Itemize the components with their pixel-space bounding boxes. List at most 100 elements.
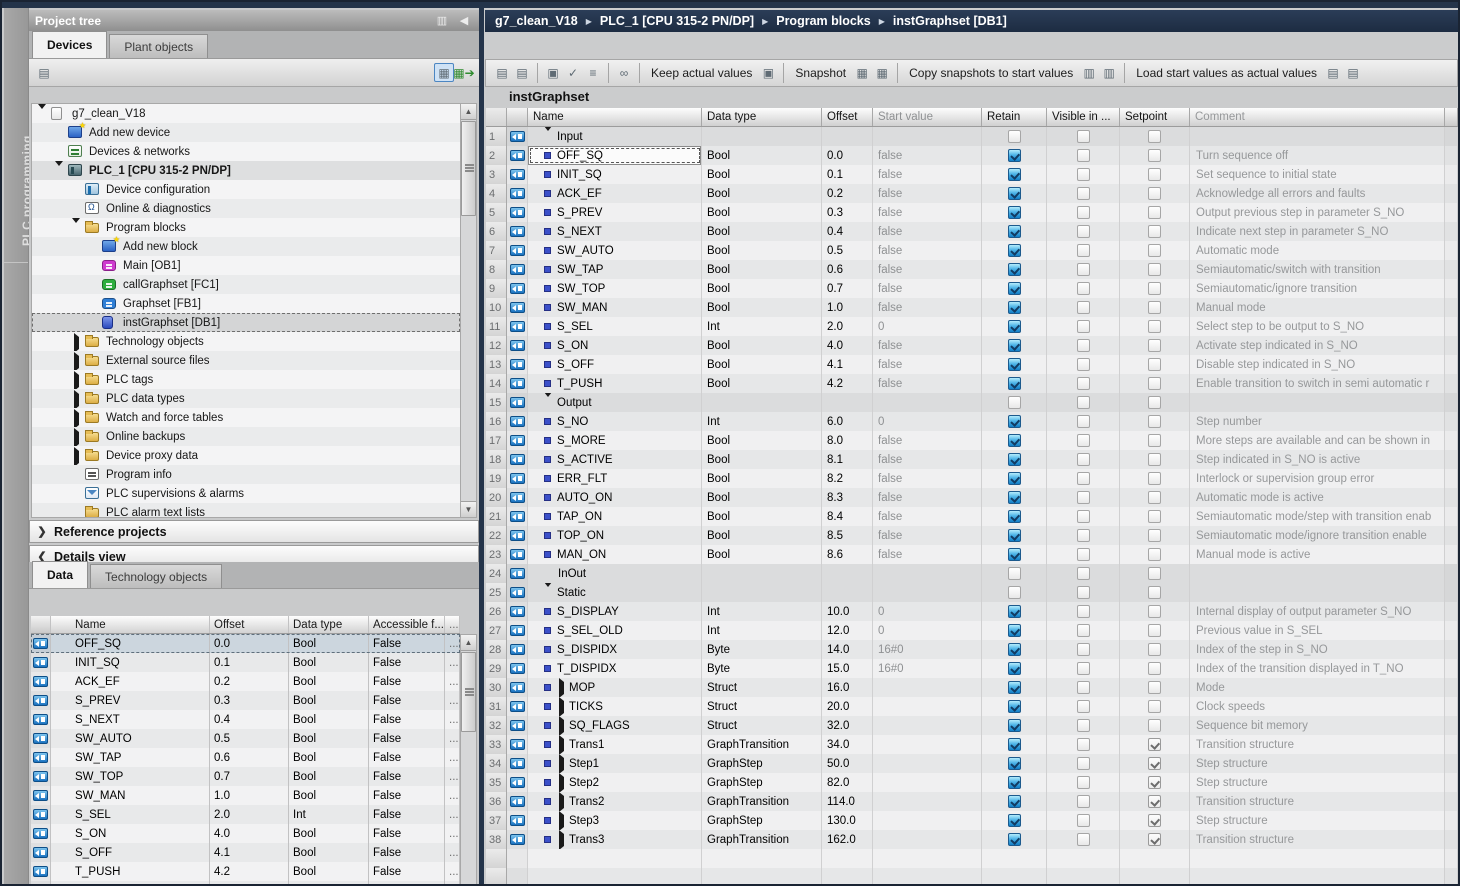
details-row[interactable]: SW_MAN1.0BoolFalse...	[31, 786, 460, 805]
db-cell-datatype[interactable]: Bool	[702, 222, 822, 241]
db-row[interactable]: 28S_DISPIDXByte14.016#0Index of the step…	[486, 640, 1458, 659]
db-cell-name[interactable]: S_DISPLAY	[528, 602, 702, 621]
db-row[interactable]: 7SW_AUTOBool0.5falseAutomatic mode	[486, 241, 1458, 260]
retain-checkbox[interactable]	[1008, 795, 1021, 808]
db-cell-datatype[interactable]	[702, 127, 822, 146]
db-row[interactable]: 26S_DISPLAYInt10.00Internal display of o…	[486, 602, 1458, 621]
db-cell-comment[interactable]: Semiautomatic mode/step with transition …	[1190, 507, 1445, 526]
db-cell-startvalue[interactable]: false	[873, 488, 982, 507]
db-cell-comment[interactable]: Step indicated in S_NO is active	[1190, 450, 1445, 469]
db-cell-name[interactable]: SW_AUTO	[528, 241, 702, 260]
db-cell-datatype[interactable]: Bool	[702, 146, 822, 165]
visible-checkbox[interactable]	[1077, 662, 1090, 675]
visible-checkbox[interactable]	[1077, 472, 1090, 485]
breadcrumb-segment[interactable]: g7_clean_V18	[495, 14, 578, 28]
db-cell-comment[interactable]: More steps are available and can be show…	[1190, 431, 1445, 450]
visible-checkbox[interactable]	[1077, 434, 1090, 447]
db-cell-comment[interactable]: Manual mode	[1190, 298, 1445, 317]
retain-checkbox[interactable]	[1008, 833, 1021, 846]
tree-item[interactable]: Main [OB1]	[32, 256, 460, 275]
tree-item[interactable]: Device configuration	[32, 180, 460, 199]
details-row[interactable]: ACK_EF0.2BoolFalse...	[31, 672, 460, 691]
db-cell-startvalue[interactable]: false	[873, 526, 982, 545]
db-row[interactable]: 14T_PUSHBool4.2falseEnable transition to…	[486, 374, 1458, 393]
visible-checkbox[interactable]	[1077, 339, 1090, 352]
retain-checkbox[interactable]	[1008, 719, 1021, 732]
expander-right-icon[interactable]	[72, 394, 81, 403]
db-row[interactable]: 33Trans1GraphTransition34.0Transition st…	[486, 735, 1458, 754]
db-cell-datatype[interactable]: Bool	[702, 203, 822, 222]
expand-right-icon[interactable]: ❯	[30, 525, 54, 538]
toolbar-button-label[interactable]: Snapshot	[795, 66, 846, 80]
project-tree-scrollbar[interactable]: ▲ ▼	[460, 103, 477, 518]
retain-checkbox[interactable]	[1008, 320, 1021, 333]
visible-checkbox[interactable]	[1077, 605, 1090, 618]
details-row[interactable]: S_NEXT0.4BoolFalse...	[31, 710, 460, 729]
setpoint-checkbox[interactable]	[1148, 396, 1161, 409]
open-editor-icon[interactable]: ▦➔	[454, 63, 474, 82]
section-expander-icon[interactable]	[544, 397, 552, 409]
setpoint-checkbox[interactable]	[1148, 263, 1161, 276]
tree-item[interactable]: instGraphset [DB1]	[32, 313, 460, 332]
scrollbar-thumb[interactable]	[461, 652, 476, 732]
retain-checkbox[interactable]	[1008, 624, 1021, 637]
db-row[interactable]: 38Trans3GraphTransition162.0Transition s…	[486, 830, 1458, 849]
db-row[interactable]: 18S_ACTIVEBool8.1falseStep indicated in …	[486, 450, 1458, 469]
db-cell-datatype[interactable]	[702, 564, 822, 583]
db-cell-startvalue[interactable]: false	[873, 203, 982, 222]
db-cell-startvalue[interactable]: false	[873, 450, 982, 469]
db-cell-comment[interactable]: Select step to be output to S_NO	[1190, 317, 1445, 336]
visible-checkbox[interactable]	[1077, 244, 1090, 257]
setpoint-checkbox[interactable]	[1148, 757, 1161, 770]
tree-item[interactable]: Device proxy data	[32, 446, 460, 465]
retain-checkbox[interactable]	[1008, 396, 1021, 409]
setpoint-checkbox[interactable]	[1148, 662, 1161, 675]
db-cell-name[interactable]: TICKS	[528, 697, 702, 716]
db-row[interactable]: 20AUTO_ONBool8.3falseAutomatic mode is a…	[486, 488, 1458, 507]
retain-checkbox[interactable]	[1008, 491, 1021, 504]
db-cell-comment[interactable]: Step structure	[1190, 754, 1445, 773]
setpoint-checkbox[interactable]	[1148, 168, 1161, 181]
db-cell-startvalue[interactable]: 0	[873, 317, 982, 336]
toolbar-button-label[interactable]: Keep actual values	[651, 66, 752, 80]
db-cell-comment[interactable]: Step structure	[1190, 773, 1445, 792]
db-cell-datatype[interactable]: Byte	[702, 659, 822, 678]
retain-checkbox[interactable]	[1008, 244, 1021, 257]
db-cell-name[interactable]: S_PREV	[528, 203, 702, 222]
db-column-header[interactable]: Retain	[982, 108, 1047, 126]
db-cell-datatype[interactable]: Bool	[702, 165, 822, 184]
db-cell-comment[interactable]: Output previous step in parameter S_NO	[1190, 203, 1445, 222]
setpoint-checkbox[interactable]	[1148, 624, 1161, 637]
db-cell-comment[interactable]: Automatic mode is active	[1190, 488, 1445, 507]
setpoint-checkbox[interactable]	[1148, 130, 1161, 143]
tab-devices[interactable]: Devices	[32, 31, 107, 58]
db-cell-startvalue[interactable]: false	[873, 279, 982, 298]
db-cell-comment[interactable]: Transition structure	[1190, 792, 1445, 811]
add-row-icon[interactable]: ▤	[512, 64, 532, 83]
setpoint-checkbox[interactable]	[1148, 301, 1161, 314]
db-cell-startvalue[interactable]: false	[873, 241, 982, 260]
db-cell-datatype[interactable]: GraphTransition	[702, 792, 822, 811]
db-cell-name[interactable]: AUTO_ON	[528, 488, 702, 507]
setpoint-checkbox[interactable]	[1148, 282, 1161, 295]
details-column-header[interactable]: Offset	[210, 616, 289, 633]
visible-checkbox[interactable]	[1077, 738, 1090, 751]
db-cell-name[interactable]: OFF_SQ	[528, 146, 702, 165]
section-expander-icon[interactable]	[544, 587, 552, 599]
tree-item[interactable]: Program info	[32, 465, 460, 484]
db-cell-comment[interactable]: Previous value in S_SEL	[1190, 621, 1445, 640]
db-cell-datatype[interactable]: Int	[702, 621, 822, 640]
db-cell-datatype[interactable]: Bool	[702, 469, 822, 488]
db-cell-datatype[interactable]: Int	[702, 412, 822, 431]
db-row[interactable]: 34Step1GraphStep50.0Step structure	[486, 754, 1458, 773]
tree-item[interactable]: Watch and force tables	[32, 408, 460, 427]
db-cell-comment[interactable]: Disable step indicated in S_NO	[1190, 355, 1445, 374]
db-cell-startvalue[interactable]: false	[873, 146, 982, 165]
setpoint-checkbox[interactable]	[1148, 415, 1161, 428]
db-row[interactable]: 29T_DISPIDXByte15.016#0Index of the tran…	[486, 659, 1458, 678]
db-row[interactable]: 12S_ONBool4.0falseActivate step indicate…	[486, 336, 1458, 355]
toolbar-button-label[interactable]: Copy snapshots to start values	[909, 66, 1073, 80]
expander-right-icon[interactable]	[72, 375, 81, 384]
db-row[interactable]: 27S_SEL_OLDInt12.00Previous value in S_S…	[486, 621, 1458, 640]
expander-down-icon[interactable]	[72, 223, 81, 232]
